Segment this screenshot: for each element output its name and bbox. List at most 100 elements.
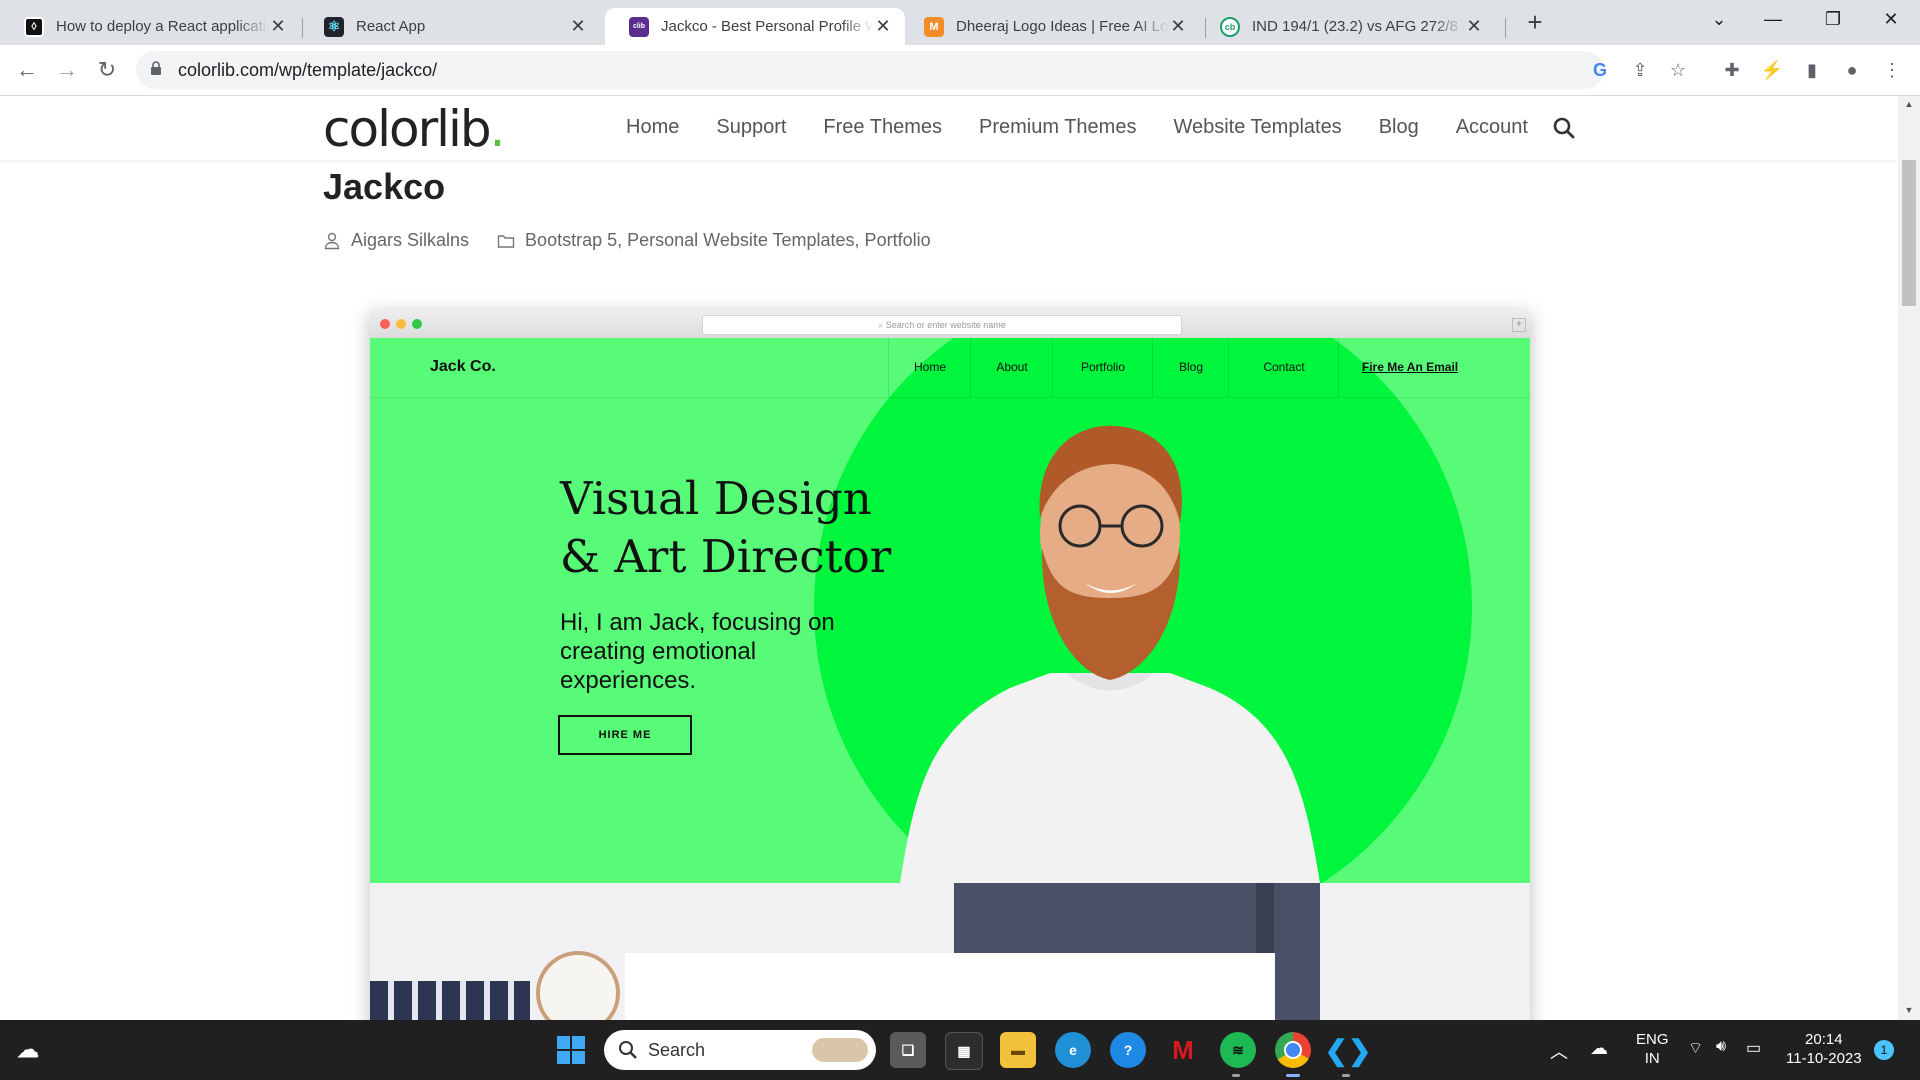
tab-jackco[interactable]: clib Jackco - Best Personal Profile Webs… — [605, 8, 905, 45]
bookmark-star-icon[interactable]: ☆ — [1666, 59, 1690, 83]
nav-support[interactable]: Support — [716, 116, 786, 139]
onedrive-icon[interactable]: ☁ — [1590, 1038, 1608, 1059]
close-window-icon[interactable]: ✕ — [1866, 0, 1916, 40]
google-icon[interactable]: G — [1588, 59, 1612, 83]
portrait-photo — [900, 425, 1320, 883]
language-code: ENG — [1636, 1031, 1669, 1048]
logo-dot: . — [489, 100, 506, 158]
spotify-icon[interactable]: ≋ — [1220, 1032, 1256, 1068]
lock-icon — [151, 61, 161, 75]
profile-icon[interactable]: ● — [1838, 56, 1866, 84]
extensions-icon[interactable]: ✚ — [1718, 56, 1746, 84]
watch-strap-photo — [370, 981, 530, 1020]
preview-nav-blog: Blog — [1152, 338, 1229, 397]
menu-dots-icon[interactable]: ⋮ — [1878, 56, 1906, 84]
author-link[interactable]: Aigars Silkalns — [351, 230, 469, 251]
template-preview[interactable]: ⌕ Search or enter website name + Jack Co… — [370, 310, 1530, 1020]
minimize-icon[interactable]: — — [1748, 0, 1798, 40]
headline-line-1: Visual Design — [560, 472, 872, 525]
tab-separator — [1505, 18, 1506, 38]
show-hidden-icons-chevron-icon[interactable]: ︿ — [1550, 1038, 1568, 1064]
post-title: Jackco — [323, 166, 446, 207]
preview-brand: Jack Co. — [430, 358, 496, 375]
nav-account[interactable]: Account — [1456, 116, 1528, 139]
category-links[interactable]: Bootstrap 5, Personal Website Templates,… — [525, 230, 931, 251]
close-tab-icon[interactable]: ✕ — [873, 16, 893, 37]
nav-blog[interactable]: Blog — [1379, 116, 1419, 139]
colorlib-logo[interactable]: colorlib. — [323, 100, 506, 158]
search-icon[interactable] — [1552, 116, 1576, 140]
close-tab-icon[interactable]: ✕ — [1464, 16, 1484, 37]
wifi-icon[interactable]: ⌔ — [1688, 1038, 1703, 1058]
new-tab-button[interactable]: + — [1520, 8, 1550, 38]
gallery-section — [370, 883, 1530, 1020]
battery-icon[interactable]: ▭ — [1746, 1038, 1761, 1058]
task-view-icon[interactable]: ❏ — [890, 1032, 926, 1068]
tab-react-app[interactable]: ⚛ React App ✕ — [300, 8, 600, 45]
mock-search-icon: ⌕ — [878, 320, 886, 330]
clock-date: 11-10-2023 — [1786, 1050, 1862, 1067]
tab-react-deploy[interactable]: ◊ How to deploy a React application ✕ — [0, 8, 300, 45]
microsoft-store-icon[interactable]: ▦ — [945, 1032, 983, 1070]
nav-home[interactable]: Home — [626, 116, 679, 139]
green-dot-icon — [412, 319, 422, 329]
mock-url-text: Search or enter website name — [885, 320, 1006, 330]
windows-taskbar: ☁ Search ❏ ▦ ▬ e ? M ≋ ❮❯ ︿ ☁ ENG IN ⌔ 🔊… — [0, 1020, 1920, 1080]
preview-subtext: Hi, I am Jack, focusing on creating emot… — [560, 609, 835, 694]
cube-icon: ◊ — [24, 16, 44, 37]
preview-nav-portfolio: Portfolio — [1052, 338, 1153, 397]
scroll-down-icon[interactable]: ▼ — [1898, 1002, 1920, 1018]
nav-premium-themes[interactable]: Premium Themes — [979, 116, 1136, 139]
mock-url-field: ⌕ Search or enter website name — [702, 315, 1182, 335]
user-icon — [324, 232, 340, 249]
app-indicator — [1342, 1074, 1350, 1077]
preview-nav-home: Home — [888, 338, 971, 397]
red-dot-icon — [380, 319, 390, 329]
windows-start-icon[interactable] — [553, 1032, 589, 1068]
preview-nav-email: Fire Me An Email — [1338, 338, 1481, 397]
edge-icon[interactable]: e — [1055, 1032, 1091, 1068]
tab-logo-ideas[interactable]: M Dheeraj Logo Ideas | Free AI Logo Make… — [900, 8, 1200, 45]
performance-icon[interactable]: ⚡ — [1758, 56, 1786, 84]
chrome-icon[interactable] — [1275, 1032, 1311, 1068]
mcafee-icon[interactable]: M — [1165, 1032, 1201, 1068]
tab-strip: ◊ How to deploy a React application ✕ ⚛ … — [0, 0, 1920, 45]
clock-time: 20:14 — [1805, 1031, 1843, 1048]
scroll-up-icon[interactable]: ▲ — [1898, 96, 1920, 112]
close-tab-icon[interactable]: ✕ — [1168, 16, 1188, 37]
close-tab-icon[interactable]: ✕ — [268, 16, 288, 37]
address-bar[interactable]: colorlib.com/wp/template/jackco/ G ⇪ ☆ — [136, 51, 1686, 89]
help-icon[interactable]: ? — [1110, 1032, 1146, 1068]
vscode-icon[interactable]: ❮❯ — [1325, 1032, 1372, 1068]
url-text: colorlib.com/wp/template/jackco/ — [178, 60, 438, 80]
site-header: colorlib. Home Support Free Themes Premi… — [0, 96, 1898, 160]
reload-icon[interactable]: ↻ — [92, 55, 122, 85]
forward-arrow-icon[interactable]: → — [52, 55, 82, 85]
vertical-scrollbar[interactable]: ▲ ▼ — [1898, 96, 1920, 1020]
restore-icon[interactable]: ❐ — [1808, 0, 1858, 40]
hero-section: Jack Co. Home About Portfolio Blog Conta… — [370, 338, 1530, 883]
mock-browser-bar: ⌕ Search or enter website name + — [370, 310, 1530, 339]
nav-free-themes[interactable]: Free Themes — [823, 116, 942, 139]
white-card — [625, 953, 1275, 1020]
nav-website-templates[interactable]: Website Templates — [1173, 116, 1341, 139]
scrollbar-thumb[interactable] — [1902, 160, 1916, 306]
back-arrow-icon[interactable]: ← — [12, 55, 42, 85]
tab-cricket[interactable]: cb IND 194/1 (23.2) vs AFG 272/8 (50) ✕ — [1196, 8, 1496, 45]
active-app-indicator — [1286, 1074, 1300, 1077]
region-code: IN — [1644, 1050, 1660, 1067]
weather-icon[interactable]: ☁ — [10, 1032, 46, 1068]
tab-search-chevron-icon[interactable]: ⌄ — [1694, 0, 1744, 40]
taskbar-search[interactable]: Search — [604, 1030, 876, 1070]
volume-icon[interactable]: 🔊︎ — [1716, 1038, 1726, 1056]
side-panel-icon[interactable]: ▮ — [1798, 56, 1826, 84]
share-icon[interactable]: ⇪ — [1628, 59, 1652, 83]
language-indicator[interactable]: ENG IN — [1636, 1030, 1669, 1068]
clock[interactable]: 20:14 11-10-2023 — [1786, 1030, 1862, 1068]
browser-toolbar: ← → ↻ colorlib.com/wp/template/jackco/ G… — [0, 45, 1920, 96]
file-explorer-icon[interactable]: ▬ — [1000, 1032, 1036, 1068]
app-indicator — [1232, 1074, 1240, 1077]
close-tab-icon[interactable]: ✕ — [568, 16, 588, 37]
notification-badge[interactable]: 1 — [1874, 1040, 1894, 1060]
preview-nav-contact: Contact — [1228, 338, 1339, 397]
